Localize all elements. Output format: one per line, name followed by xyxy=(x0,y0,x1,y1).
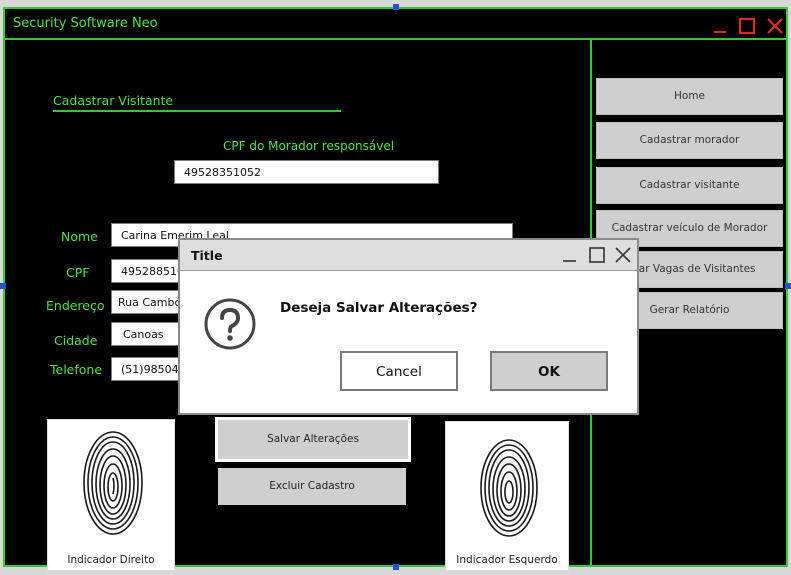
sidebar-item-home[interactable]: Home xyxy=(596,78,783,115)
cpf-responsible-label: CPF do Morador responsável xyxy=(223,139,395,153)
fingerprint-left-icon xyxy=(480,439,538,537)
delete-record-button[interactable]: Excluir Cadastro xyxy=(218,468,406,505)
telefone-label: Telefone xyxy=(50,362,103,377)
fingerprint-right-card[interactable]: Indicador Direito xyxy=(47,419,175,571)
confirm-dialog: Title Deseja Salvar Alterações? Cancel O… xyxy=(178,238,639,415)
selection-handle[interactable] xyxy=(0,283,6,289)
cpf-responsible-input[interactable]: 49528351052 xyxy=(174,160,439,184)
dialog-message: Deseja Salvar Alterações? xyxy=(280,300,478,316)
dialog-title: Title xyxy=(191,248,223,263)
dialog-title-bar: Title xyxy=(180,240,637,271)
dialog-maximize-icon[interactable] xyxy=(588,246,606,264)
selection-handle[interactable] xyxy=(393,564,399,570)
title-bar: Security Software Neo xyxy=(5,9,786,40)
cancel-button[interactable]: Cancel xyxy=(340,351,458,391)
nome-label: Nome xyxy=(61,229,98,244)
minimize-icon[interactable] xyxy=(712,17,730,35)
sidebar-item-cadastrar-visitante[interactable]: Cadastrar visitante xyxy=(596,167,783,204)
section-title: Cadastrar Visitante xyxy=(53,93,174,108)
save-changes-button[interactable]: Salvar Alterações xyxy=(215,417,411,462)
sidebar-item-cadastrar-morador[interactable]: Cadastrar morador xyxy=(596,122,783,159)
cpf-label: CPF xyxy=(66,265,90,280)
fingerprint-right-caption: Indicador Direito xyxy=(67,554,155,566)
endereco-label: Endereço xyxy=(46,298,105,313)
selection-handle[interactable] xyxy=(393,4,399,10)
close-icon[interactable] xyxy=(766,17,784,35)
ok-button[interactable]: OK xyxy=(490,351,608,391)
dialog-minimize-icon[interactable] xyxy=(561,246,579,264)
cidade-label: Cidade xyxy=(54,333,98,348)
selection-handle[interactable] xyxy=(785,283,791,289)
fingerprint-left-card[interactable]: Indicador Esquerdo xyxy=(445,421,569,571)
app-title: Security Software Neo xyxy=(13,16,158,31)
section-underline xyxy=(53,110,341,112)
question-icon xyxy=(204,298,256,350)
maximize-icon[interactable] xyxy=(738,17,756,35)
fingerprint-right-icon xyxy=(83,431,143,535)
fingerprint-left-caption: Indicador Esquerdo xyxy=(456,554,558,566)
dialog-close-icon[interactable] xyxy=(614,246,632,264)
